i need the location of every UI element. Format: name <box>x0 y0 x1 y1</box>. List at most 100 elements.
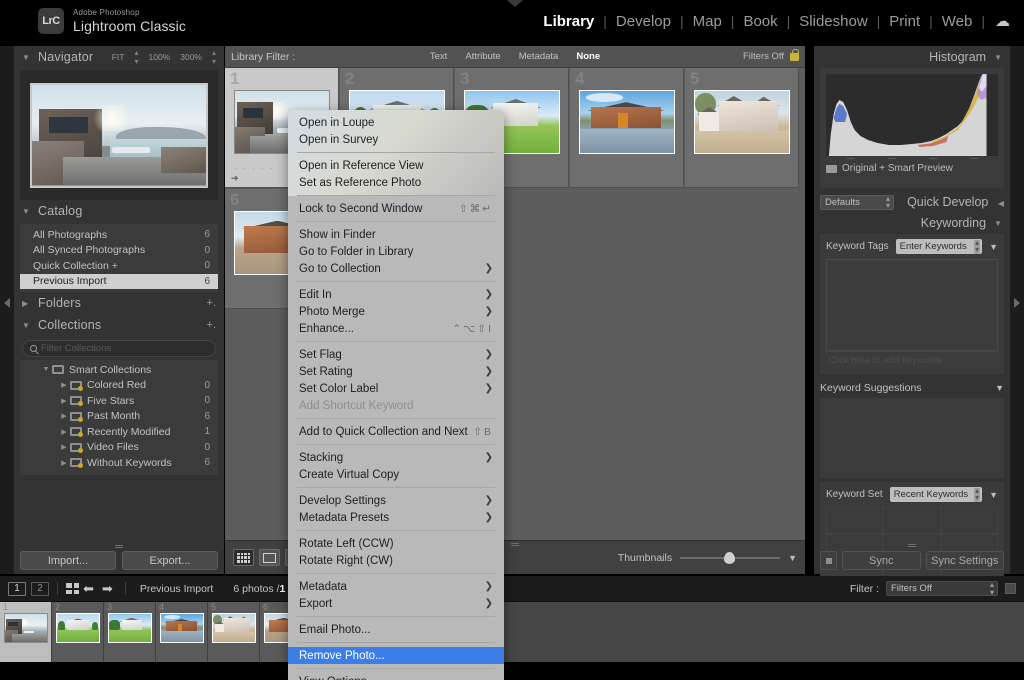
photo-context-menu[interactable]: Open in Loupe Open in Survey Open in Ref… <box>288 110 504 680</box>
right-panel-collapse-flap[interactable] <box>1010 46 1024 574</box>
module-print[interactable]: Print <box>880 13 929 30</box>
collections-filter-input[interactable]: Filter Collections <box>22 340 216 357</box>
collections-header[interactable]: ▼ Collections +. <box>14 314 224 336</box>
module-develop[interactable]: Develop <box>607 13 680 30</box>
filter-tab-text[interactable]: Text <box>421 51 456 62</box>
filmstrip-thumbnail[interactable] <box>4 613 48 643</box>
grid-view-button[interactable] <box>233 549 254 566</box>
grid-cell[interactable]: 5 <box>685 68 799 188</box>
folders-header[interactable]: ▶ Folders +. <box>14 292 224 314</box>
menu-item-rotate-right[interactable]: Rotate Right (CW) <box>288 552 504 569</box>
menu-item-add-to-quick-collection-and-next[interactable]: Add to Quick Collection and Next ⇧B <box>288 423 504 440</box>
menu-item-export[interactable]: Export ❯ <box>288 595 504 612</box>
twisty-closed-icon[interactable]: ▶ <box>58 428 70 436</box>
collection-item-video-files[interactable]: ▶ Video Files 0 <box>20 440 218 456</box>
module-book[interactable]: Book <box>734 13 786 30</box>
import-button[interactable]: Import... <box>20 551 116 570</box>
collection-item-five-stars[interactable]: ▶ Five Stars 0 <box>20 393 218 409</box>
quick-collection-badge[interactable]: ➔ <box>231 173 239 184</box>
module-library[interactable]: Library <box>534 13 603 30</box>
nav-zoom-fit[interactable]: FIT <box>112 52 125 62</box>
filmstrip-filter-select[interactable]: Filters Off ▴ ▾ <box>886 581 998 596</box>
screen-2-button[interactable]: 2 <box>31 581 49 596</box>
export-button[interactable]: Export... <box>122 551 218 570</box>
thumbnail-size-slider[interactable] <box>680 551 781 564</box>
grid-thumbnail[interactable] <box>579 90 675 154</box>
menu-item-go-to-folder-in-library[interactable]: Go to Folder in Library <box>288 243 504 260</box>
catalog-item-all-photographs[interactable]: All Photographs 6 <box>20 227 218 243</box>
cloud-sync-icon[interactable]: ☁ <box>995 12 1010 30</box>
loupe-view-button[interactable] <box>259 549 280 566</box>
keyword-set-cell[interactable] <box>940 507 998 534</box>
twisty-closed-icon[interactable]: ▶ <box>58 397 70 405</box>
chevron-down-icon[interactable]: ▼ <box>989 490 998 500</box>
stepper-icon[interactable]: ▴ ▾ <box>134 48 138 66</box>
navigator-header[interactable]: ▼ Navigator FIT ▴ ▾ 100% 300% ▴ ▾ <box>14 46 224 68</box>
menu-item-set-flag[interactable]: Set Flag ❯ <box>288 346 504 363</box>
filmstrip-cell[interactable]: 2 <box>52 602 104 662</box>
nav-zoom-100[interactable]: 100% <box>148 52 170 62</box>
catalog-item-quick-collection[interactable]: Quick Collection + 0 <box>20 258 218 274</box>
quick-develop-header[interactable]: Defaults ▴ ▾ Quick Develop ◀ <box>820 192 1004 212</box>
menu-item-metadata-presets[interactable]: Metadata Presets ❯ <box>288 509 504 526</box>
twisty-open-icon[interactable]: ▼ <box>40 366 52 373</box>
keyword-suggestions-area[interactable] <box>820 398 1004 478</box>
filmstrip-cell[interactable]: 4 <box>156 602 208 662</box>
filmstrip-cell[interactable]: 3 <box>104 602 156 662</box>
left-panel-grip[interactable] <box>115 545 123 548</box>
menu-item-open-in-loupe[interactable]: Open in Loupe <box>288 114 504 131</box>
filmstrip-cell[interactable]: 5 <box>208 602 260 662</box>
quick-develop-preset-select[interactable]: Defaults ▴ ▾ <box>820 194 894 210</box>
filmstrip-filter-toggle[interactable] <box>1005 583 1016 594</box>
keyword-set-cell[interactable] <box>826 507 884 534</box>
right-panel-grip[interactable] <box>908 544 916 548</box>
grid-thumbnail[interactable] <box>694 90 790 154</box>
collection-item-past-month[interactable]: ▶ Past Month 6 <box>20 409 218 425</box>
catalog-header[interactable]: ▼ Catalog <box>14 200 224 222</box>
nav-zoom-300[interactable]: 300% <box>180 52 202 62</box>
sync-toggle-button[interactable] <box>820 551 837 570</box>
histogram-header[interactable]: Histogram ▼ <box>814 46 1010 68</box>
collections-root-smart-collections[interactable]: ▼ Smart Collections <box>20 362 218 378</box>
menu-item-view-options[interactable]: View Options... <box>288 673 504 680</box>
keyword-set-cell[interactable] <box>883 507 941 534</box>
menu-item-set-color-label[interactable]: Set Color Label ❯ <box>288 380 504 397</box>
menu-item-stacking[interactable]: Stacking ❯ <box>288 449 504 466</box>
grid-cell[interactable]: 4 <box>570 68 684 188</box>
navigator-preview[interactable] <box>20 70 218 200</box>
lock-icon[interactable] <box>790 48 799 61</box>
histogram-plot[interactable] <box>826 74 998 156</box>
menu-item-rotate-left[interactable]: Rotate Left (CCW) <box>288 535 504 552</box>
twisty-closed-icon[interactable]: ▶ <box>58 412 70 420</box>
filmstrip-thumbnail[interactable] <box>160 613 204 643</box>
menu-item-open-in-reference-view[interactable]: Open in Reference View <box>288 157 504 174</box>
collection-item-without-keywords[interactable]: ▶ Without Keywords 6 <box>20 455 218 471</box>
filter-tab-metadata[interactable]: Metadata <box>510 51 568 62</box>
menu-item-lock-to-second-window[interactable]: Lock to Second Window ⇧⌘↵ <box>288 200 504 217</box>
filter-tab-attribute[interactable]: Attribute <box>456 51 509 62</box>
module-web[interactable]: Web <box>933 13 982 30</box>
catalog-item-previous-import[interactable]: Previous Import 6 <box>20 273 218 289</box>
chevron-down-icon[interactable]: ▼ <box>989 242 998 252</box>
menu-item-remove-photo[interactable]: Remove Photo... <box>288 647 504 664</box>
library-filter-status[interactable]: Filters Off <box>743 51 784 62</box>
sync-settings-button[interactable]: Sync Settings <box>925 551 1004 570</box>
module-slideshow[interactable]: Slideshow <box>790 13 876 30</box>
go-forward-icon[interactable]: ➡ <box>98 581 117 597</box>
filter-tab-none[interactable]: None <box>567 51 609 62</box>
menu-item-enhance[interactable]: Enhance... ⌃⌥⇧I <box>288 320 504 337</box>
twisty-closed-icon[interactable]: ▶ <box>58 381 70 389</box>
catalog-item-all-synced-photographs[interactable]: All Synced Photographs 0 <box>20 243 218 259</box>
toolbar-grip[interactable] <box>511 543 519 547</box>
menu-item-set-rating[interactable]: Set Rating ❯ <box>288 363 504 380</box>
twisty-closed-icon[interactable]: ▶ <box>58 459 70 467</box>
filmstrip-grid-icon[interactable] <box>66 583 79 594</box>
menu-item-metadata[interactable]: Metadata ❯ <box>288 578 504 595</box>
menu-item-create-virtual-copy[interactable]: Create Virtual Copy <box>288 466 504 483</box>
grid-cell-rating-dots[interactable]: . . . . . <box>234 161 275 171</box>
filmstrip-thumbnail[interactable] <box>56 613 100 643</box>
collection-item-recently-modified[interactable]: ▶ Recently Modified 1 <box>20 424 218 440</box>
keyword-suggestions-header[interactable]: Keyword Suggestions ▼ <box>820 378 1004 398</box>
left-panel-collapse-flap[interactable] <box>0 46 14 574</box>
filmstrip-cell[interactable]: 1 <box>0 602 52 662</box>
